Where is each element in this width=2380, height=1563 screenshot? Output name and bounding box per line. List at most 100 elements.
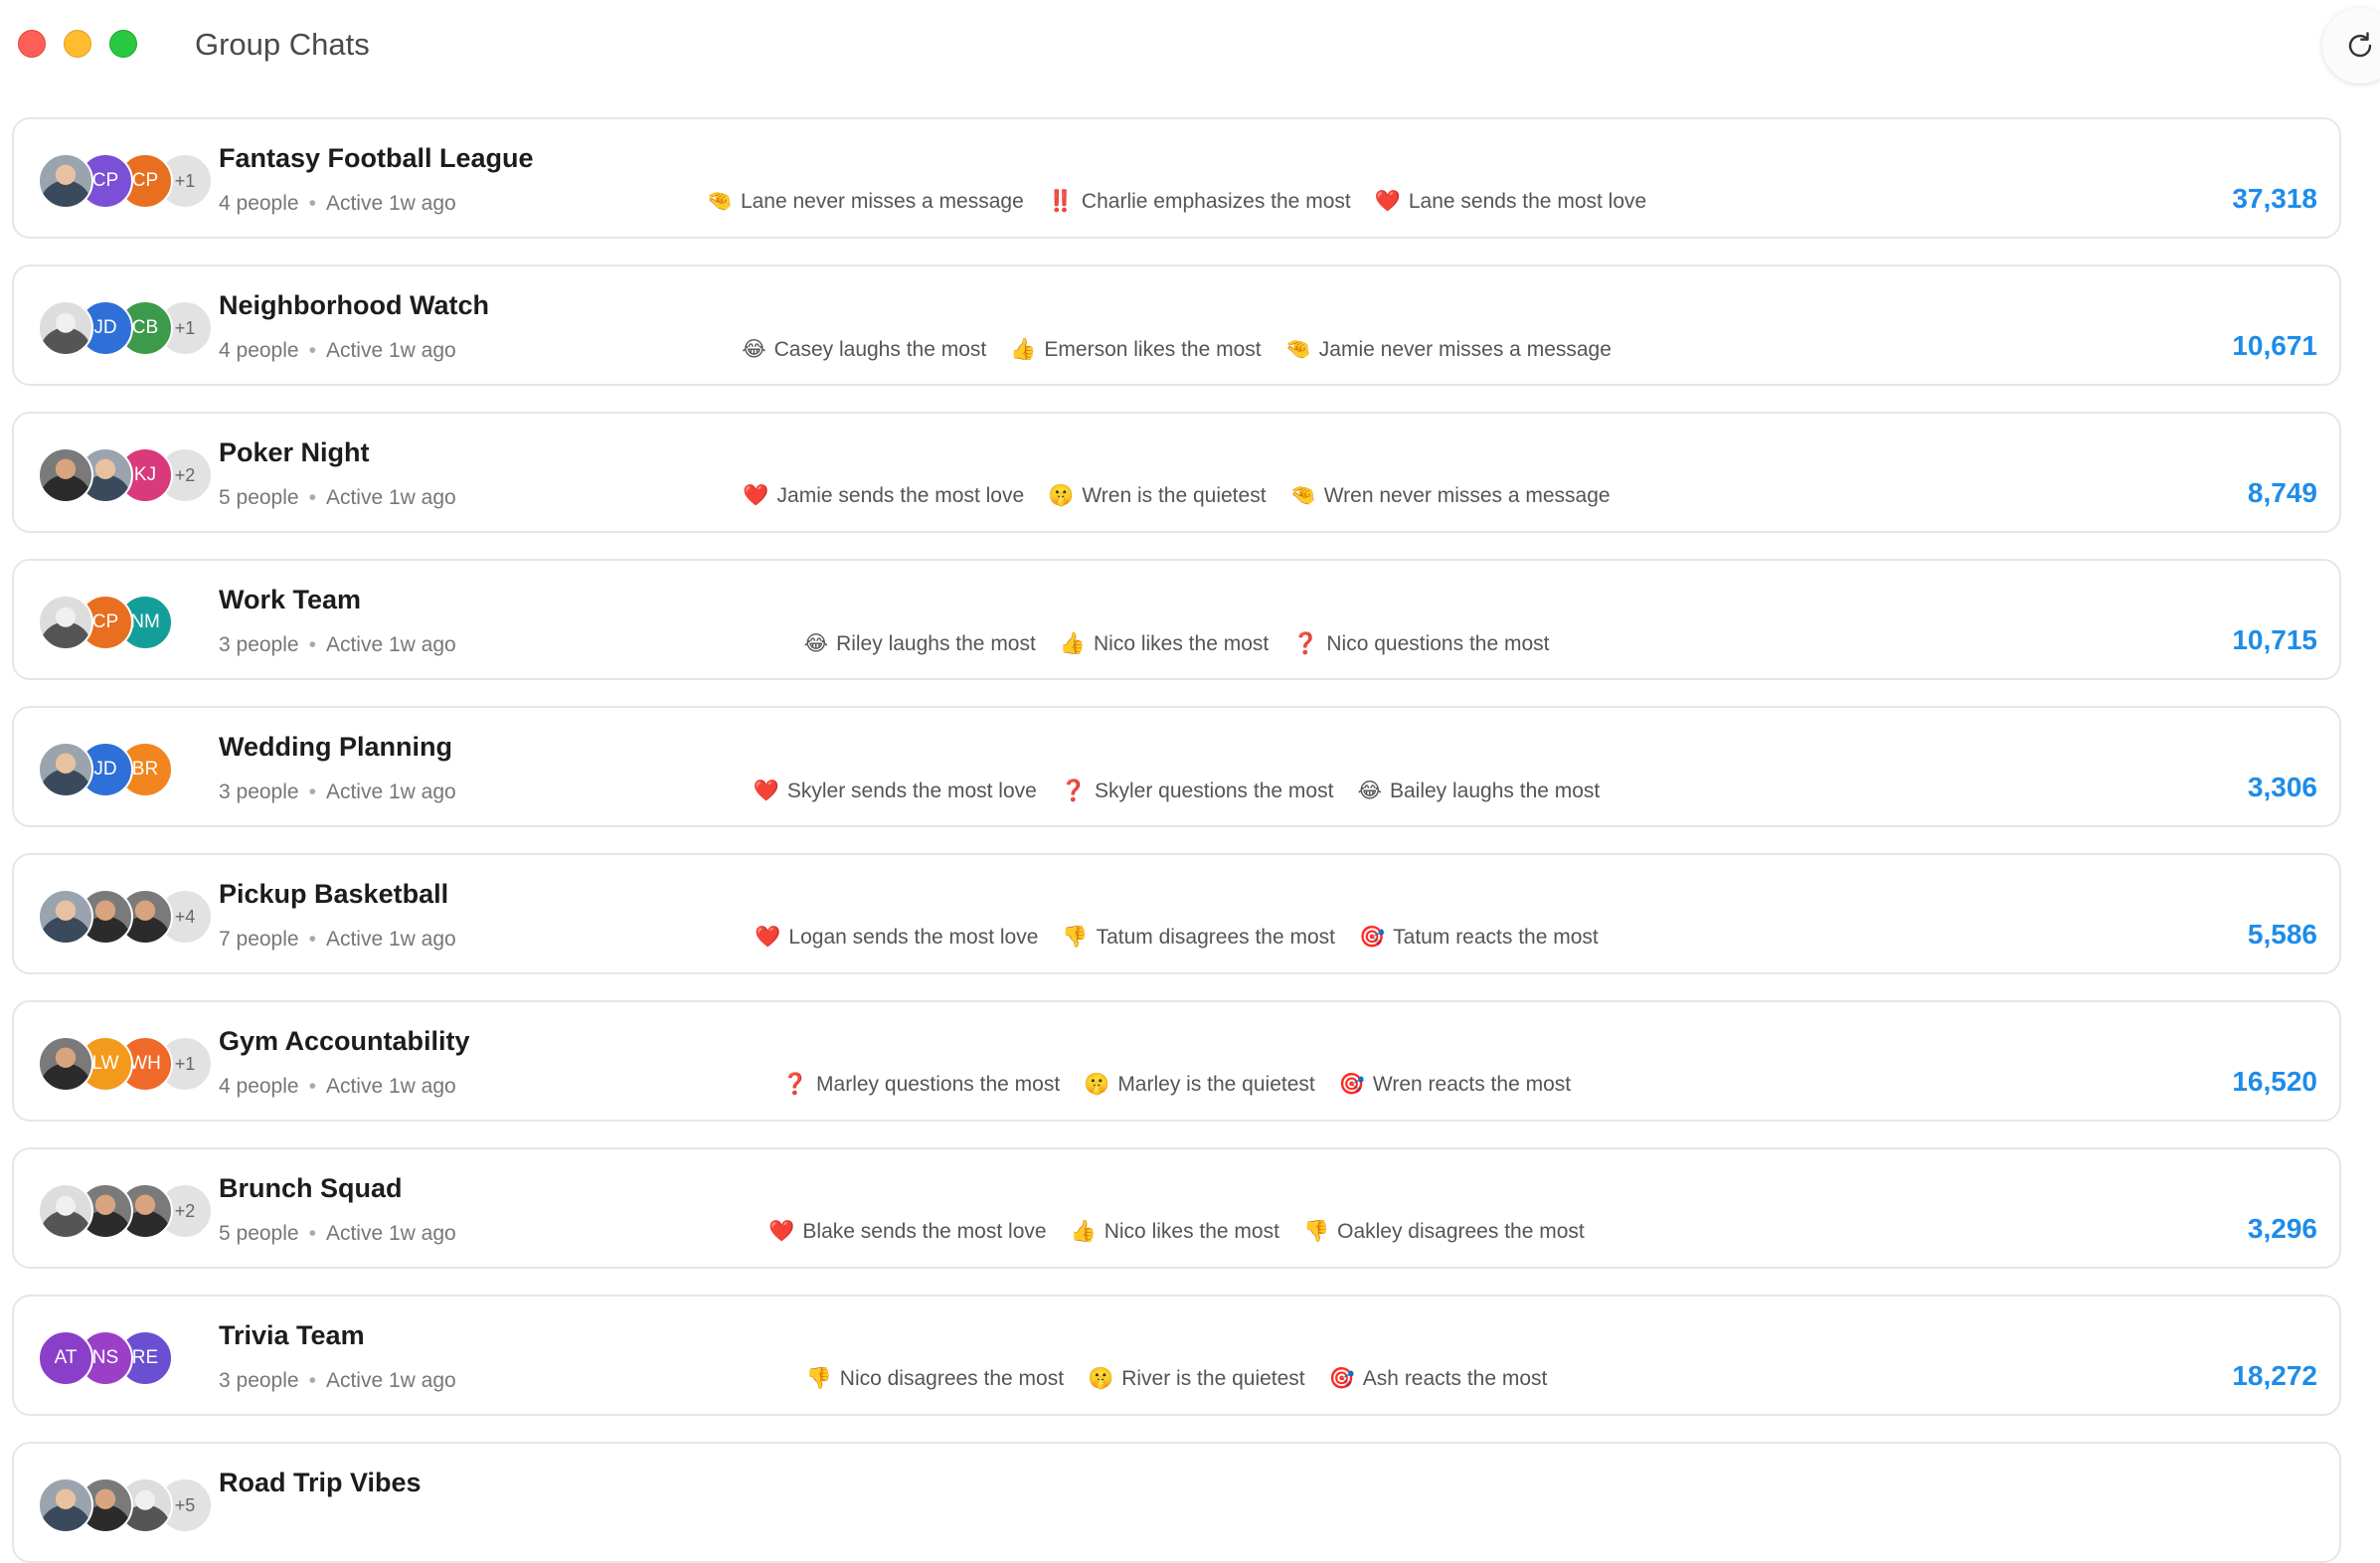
stat-text: Skyler sends the most love: [786, 780, 1037, 802]
message-count: 18,272: [2232, 1360, 2317, 1391]
stat-emoji-icon: 👍: [1070, 1220, 1097, 1243]
message-count: 3,296: [2247, 1213, 2317, 1244]
chat-meta: 3 people • Active 1w ago: [219, 633, 456, 657]
message-count: 5,586: [2247, 919, 2317, 950]
avatar-photo: [38, 153, 93, 209]
stat-emoji-icon: ❤️: [755, 926, 781, 949]
title-bar: Group Chats: [0, 0, 2380, 89]
group-chat-card[interactable]: CP NM Work Team 3 people • Active 1w ago 😂 Rile…: [12, 559, 2341, 680]
chat-name: Neighborhood Watch: [219, 290, 489, 320]
highlight-stat: 🎯 Tatum reacts the most: [1359, 926, 1599, 950]
stat-emoji-icon: 🎯: [1328, 1367, 1355, 1390]
stat-emoji-icon: ❤️: [1374, 190, 1401, 213]
stat-text: Lane never misses a message: [740, 190, 1024, 213]
stat-text: Marley is the quietest: [1117, 1073, 1315, 1096]
highlight-stat: ❓ Marley questions the most: [782, 1073, 1060, 1097]
highlight-stat: ‼️ Charlie emphasizes the most: [1048, 190, 1351, 214]
separator-dot: •: [308, 1222, 316, 1245]
avatar-stack: JD BR: [38, 742, 227, 797]
group-chat-card[interactable]: +5 Road Trip Vibes: [12, 1442, 2341, 1563]
stat-text: Jamie never misses a message: [1318, 338, 1612, 361]
separator-dot: •: [308, 192, 316, 215]
avatar-photo: [38, 1477, 93, 1533]
avatar-photo: [38, 595, 93, 650]
highlight-stat: 🎯 Wren reacts the most: [1339, 1073, 1571, 1097]
people-count: 4 people: [219, 192, 299, 215]
highlight-stat: 🤫 River is the quietest: [1088, 1367, 1305, 1391]
stat-emoji-icon: 🤫: [1048, 484, 1075, 507]
avatar-photo: [38, 447, 93, 503]
people-count: 3 people: [219, 781, 299, 803]
group-chat-card[interactable]: JD CB +1 Neighborhood Watch 4 people • Active …: [12, 264, 2341, 386]
close-window-button[interactable]: [18, 30, 46, 58]
zoom-window-button[interactable]: [109, 30, 137, 58]
separator-dot: •: [308, 781, 316, 803]
refresh-icon: [2348, 32, 2372, 58]
stat-emoji-icon: 🤏: [706, 190, 733, 213]
highlight-stat: 😂 Bailey laughs the most: [1357, 779, 1600, 803]
separator-dot: •: [308, 486, 316, 509]
highlight-stat: 🤫 Wren is the quietest: [1048, 484, 1266, 508]
avatar-photo: [38, 1036, 93, 1092]
stat-text: Marley questions the most: [816, 1073, 1061, 1096]
separator-dot: •: [308, 928, 316, 951]
stat-emoji-icon: 👍: [1010, 338, 1037, 361]
stat-emoji-icon: 😂: [742, 338, 766, 361]
stat-text: Logan sends the most love: [788, 926, 1039, 949]
stat-text: Bailey laughs the most: [1389, 780, 1601, 802]
stat-emoji-icon: 👎: [1302, 1220, 1330, 1243]
highlight-stat: ❓ Nico questions the most: [1292, 632, 1549, 656]
stat-text: Nico likes the most: [1104, 1220, 1279, 1243]
highlight-stat: 👍 Nico likes the most: [1060, 632, 1269, 656]
stat-emoji-icon: 👎: [1062, 926, 1089, 949]
chat-name: Wedding Planning: [219, 732, 452, 762]
stat-text: Nico questions the most: [1326, 632, 1550, 655]
last-active: Active 1w ago: [325, 781, 456, 803]
chat-name: Brunch Squad: [219, 1173, 403, 1203]
stat-emoji-icon: 😂: [1357, 780, 1382, 802]
avatar-photo: [38, 889, 93, 945]
highlight-stat: 🎯 Ash reacts the most: [1329, 1367, 1548, 1391]
avatar-stack: +2: [38, 1183, 227, 1239]
highlight-stat: 👎 Tatum disagrees the most: [1062, 926, 1335, 950]
message-count: 16,520: [2232, 1066, 2317, 1097]
stat-text: Tatum disagrees the most: [1096, 926, 1336, 949]
group-chat-card[interactable]: AT NS RE Trivia Team 3 people • Active 1w ago 👎…: [12, 1295, 2341, 1416]
separator-dot: •: [308, 1075, 316, 1098]
stat-emoji-icon: ❓: [781, 1073, 809, 1096]
chat-name: Work Team: [219, 585, 362, 614]
people-count: 4 people: [219, 1075, 299, 1098]
highlight-stat: 👎 Oakley disagrees the most: [1303, 1220, 1585, 1244]
group-chat-card[interactable]: KJ +2 Poker Night 5 people • Active 1w ago ❤️ J…: [12, 412, 2341, 533]
stat-text: Lane sends the most love: [1408, 190, 1647, 213]
chat-meta: 3 people • Active 1w ago: [219, 781, 456, 804]
chat-meta: 3 people • Active 1w ago: [219, 1369, 456, 1393]
stat-text: Blake sends the most love: [802, 1220, 1047, 1243]
stat-text: River is the quietest: [1121, 1367, 1305, 1390]
chat-name: Pickup Basketball: [219, 879, 449, 909]
stat-emoji-icon: ‼️: [1047, 190, 1074, 213]
refresh-button[interactable]: [2322, 8, 2380, 84]
people-count: 4 people: [219, 339, 299, 362]
last-active: Active 1w ago: [325, 633, 456, 656]
group-chat-card[interactable]: +2 Brunch Squad 5 people • Active 1w ago ❤️ Bl…: [12, 1147, 2341, 1269]
chat-meta: 4 people • Active 1w ago: [219, 339, 456, 363]
avatar-stack: CP CP +1: [38, 153, 227, 209]
avatar-stack: +5: [38, 1477, 227, 1533]
avatar-photo: [38, 1183, 93, 1239]
highlight-stat: ❤️ Lane sends the most love: [1375, 190, 1646, 214]
group-chat-card[interactable]: LW WH +1 Gym Accountability 4 people • Active …: [12, 1000, 2341, 1122]
highlight-stat: 😂 Riley laughs the most: [804, 631, 1036, 656]
group-chat-card[interactable]: CP CP +1 Fantasy Football League 4 people • Ac…: [12, 117, 2341, 239]
stat-emoji-icon: 🤫: [1088, 1367, 1114, 1390]
stat-text: Tatum reacts the most: [1393, 926, 1599, 949]
group-chat-card[interactable]: +4 Pickup Basketball 7 people • Active 1w ag…: [12, 853, 2341, 974]
message-count: 8,749: [2247, 477, 2317, 508]
people-count: 5 people: [219, 1222, 299, 1245]
stat-emoji-icon: 🤏: [1289, 484, 1316, 507]
minimize-window-button[interactable]: [64, 30, 91, 58]
stat-text: Skyler questions the most: [1094, 780, 1334, 802]
group-chat-card[interactable]: JD BR Wedding Planning 3 people • Active 1w a…: [12, 706, 2341, 827]
chat-name: Fantasy Football League: [219, 143, 534, 173]
stat-emoji-icon: 🤏: [1284, 338, 1311, 361]
